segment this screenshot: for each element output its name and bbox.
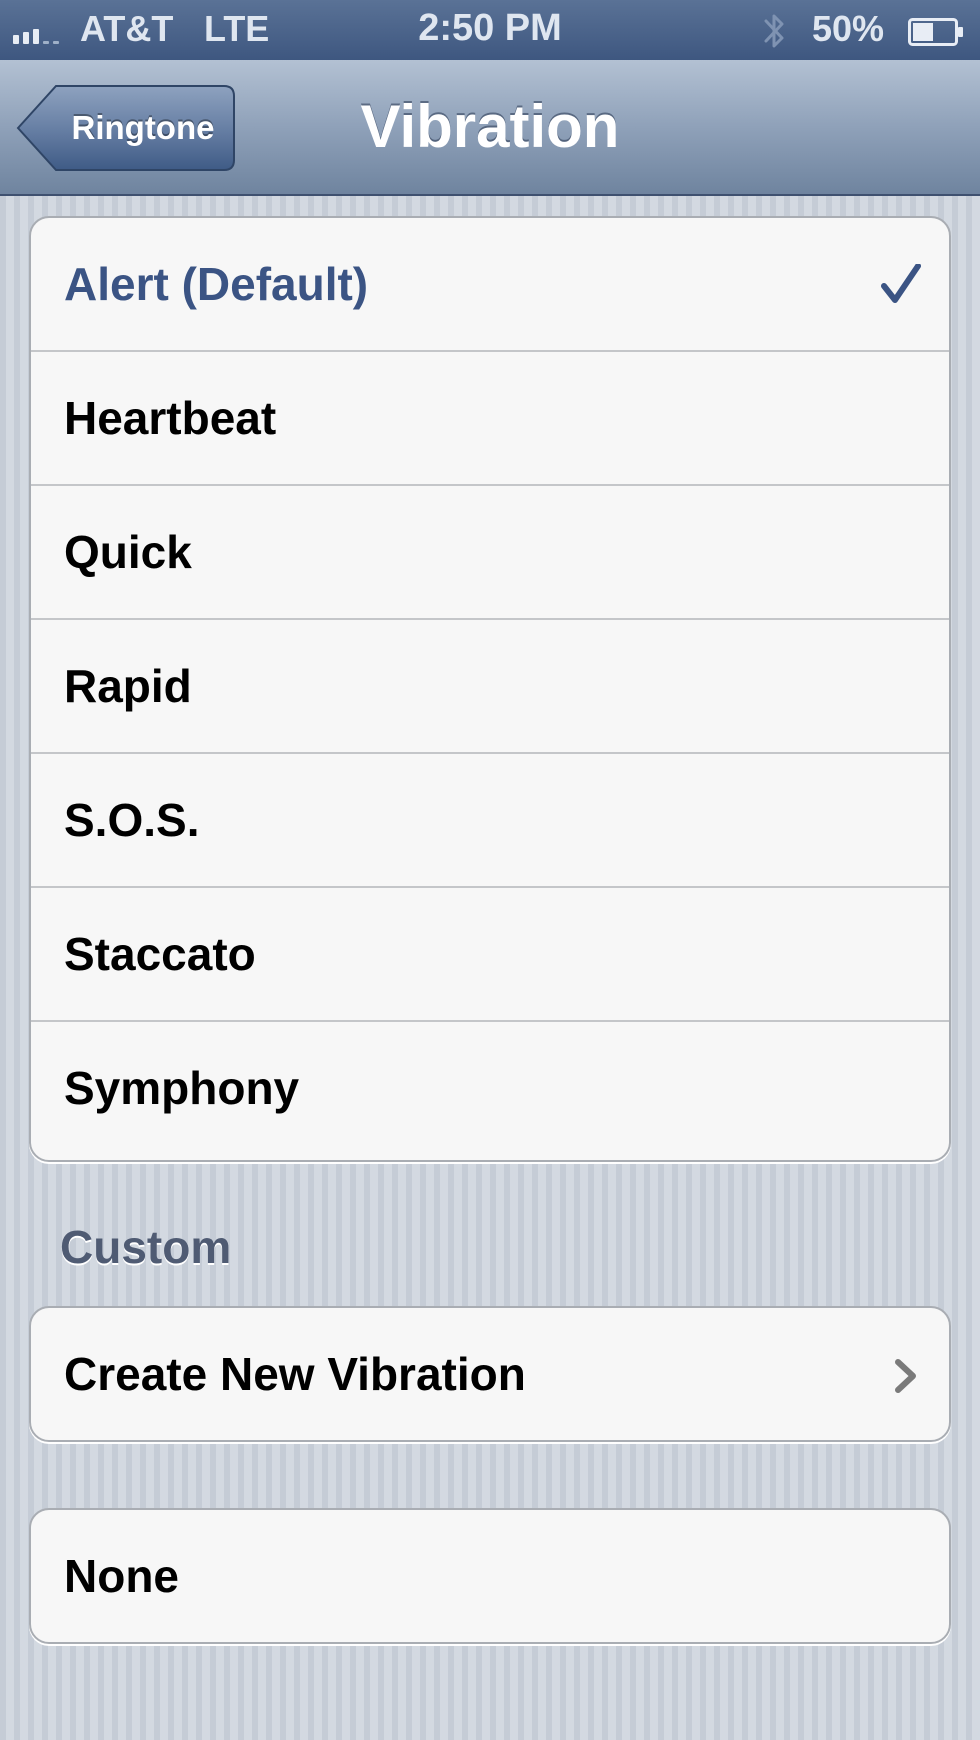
navigation-bar: Ringtone Vibration	[0, 60, 980, 196]
custom-vibrations-group: Create New Vibration	[29, 1306, 951, 1442]
list-item-label: Symphony	[64, 1062, 300, 1114]
list-item-staccato[interactable]: Staccato	[31, 886, 949, 1020]
list-item-label: Staccato	[64, 928, 256, 980]
page-title: Vibration	[360, 93, 620, 160]
checkmark-icon	[881, 264, 921, 303]
back-button[interactable]: Ringtone	[16, 84, 236, 172]
list-item-none[interactable]: None	[31, 1510, 949, 1642]
list-item-sos[interactable]: S.O.S.	[31, 752, 949, 886]
list-item-heartbeat[interactable]: Heartbeat	[31, 350, 949, 484]
list-item-symphony[interactable]: Symphony	[31, 1020, 949, 1154]
status-bar: AT&T LTE 2:50 PM 50%	[0, 0, 980, 60]
list-item-quick[interactable]: Quick	[31, 484, 949, 618]
bluetooth-icon	[764, 14, 784, 48]
list-item-label: S.O.S.	[64, 794, 200, 846]
list-item-label: None	[64, 1550, 179, 1602]
list-item-alert-default[interactable]: Alert (Default)	[31, 218, 949, 350]
section-header-custom: Custom	[60, 1221, 232, 1273]
none-group: None	[29, 1508, 951, 1644]
list-item-label: Rapid	[64, 660, 192, 712]
battery-percent: 50%	[812, 8, 885, 49]
standard-vibrations-group: Alert (Default) Heartbeat Quick Rapid S.…	[29, 216, 951, 1162]
create-new-vibration-button[interactable]: Create New Vibration	[31, 1308, 949, 1440]
list-item-label: Quick	[64, 526, 192, 578]
list-item-label: Alert (Default)	[64, 258, 369, 310]
chevron-right-icon	[895, 1359, 916, 1393]
create-new-vibration-label: Create New Vibration	[64, 1348, 526, 1400]
list-item-label: Heartbeat	[64, 392, 277, 444]
battery-icon	[908, 18, 963, 46]
back-button-label: Ringtone	[71, 109, 215, 146]
list-item-rapid[interactable]: Rapid	[31, 618, 949, 752]
